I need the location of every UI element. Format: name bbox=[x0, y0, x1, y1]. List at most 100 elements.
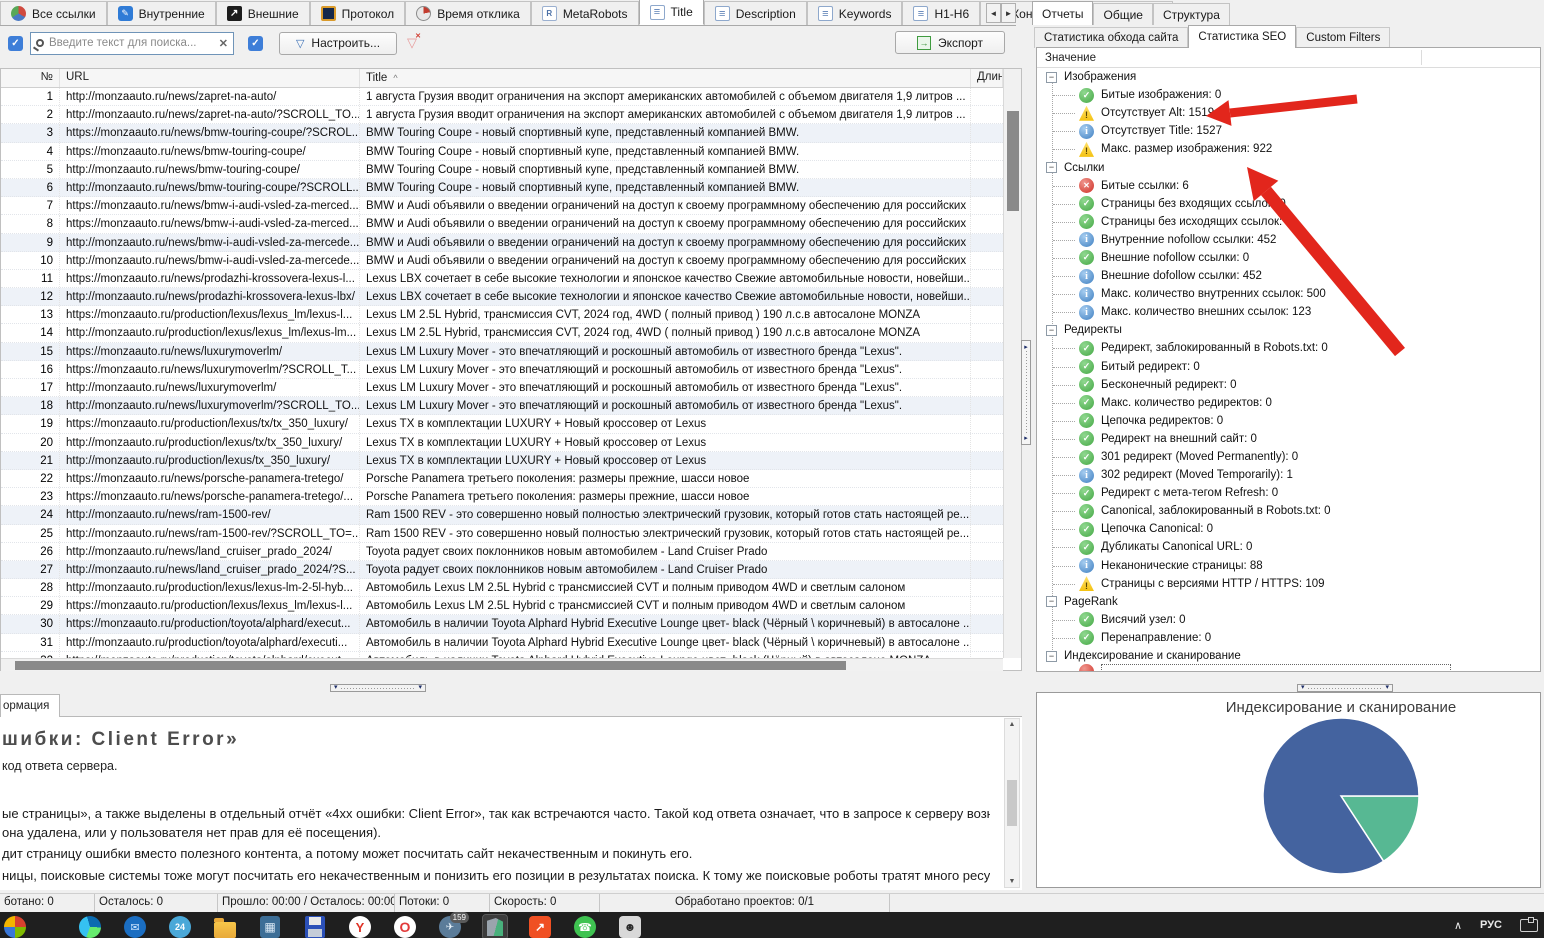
statistics-subtab[interactable]: Статистика SEO bbox=[1188, 25, 1296, 48]
taskbar-app-icon[interactable]: Y bbox=[348, 915, 372, 938]
table-row[interactable]: 12 http://monzaauto.ru/news/prodazhi-kro… bbox=[1, 288, 1003, 306]
table-row[interactable]: 29 https://monzaauto.ru/production/lexus… bbox=[1, 597, 1003, 615]
tree-item[interactable]: PageRank bbox=[1037, 593, 1540, 611]
tab-scroll-left-icon[interactable]: ◄ bbox=[986, 3, 1001, 23]
collapse-minus-icon[interactable] bbox=[1046, 651, 1057, 662]
table-row[interactable]: 1 http://monzaauto.ru/news/zapret-na-aut… bbox=[1, 88, 1003, 106]
tree-item[interactable]: Цепочка Canonical: 0 bbox=[1037, 520, 1540, 538]
statistics-subtab[interactable]: Статистика обхода сайта bbox=[1034, 27, 1188, 48]
right-panel-tab[interactable]: Общие bbox=[1093, 3, 1152, 25]
table-row[interactable]: 28 http://monzaauto.ru/production/lexus/… bbox=[1, 579, 1003, 597]
table-row[interactable]: 22 https://monzaauto.ru/news/porsche-pan… bbox=[1, 470, 1003, 488]
tree-item[interactable]: Редирект с мета-тегом Refresh: 0 bbox=[1037, 484, 1540, 502]
table-row[interactable]: 19 https://monzaauto.ru/production/lexus… bbox=[1, 415, 1003, 433]
table-horizontal-scrollbar[interactable] bbox=[1, 658, 1003, 671]
scroll-down-icon[interactable]: ▼ bbox=[1009, 878, 1016, 885]
report-tab[interactable]: Keywords bbox=[807, 1, 903, 25]
report-tab[interactable]: Внешние bbox=[216, 1, 310, 25]
column-header-url[interactable]: URL bbox=[60, 69, 360, 87]
touch-keyboard-icon[interactable] bbox=[1520, 919, 1538, 932]
language-indicator[interactable]: РУС bbox=[1480, 919, 1502, 931]
scroll-up-icon[interactable]: ▲ bbox=[1009, 721, 1016, 728]
table-row[interactable]: 14 http://monzaauto.ru/production/lexus/… bbox=[1, 324, 1003, 342]
table-row[interactable]: 5 http://monzaauto.ru/news/bmw-touring-c… bbox=[1, 161, 1003, 179]
configure-filter-button[interactable]: ▽ Настроить... bbox=[279, 32, 397, 55]
table-row[interactable]: 16 https://monzaauto.ru/news/luxurymover… bbox=[1, 361, 1003, 379]
table-row[interactable]: 24 http://monzaauto.ru/news/ram-1500-rev… bbox=[1, 506, 1003, 524]
table-row[interactable]: 17 http://monzaauto.ru/news/luxurymoverl… bbox=[1, 379, 1003, 397]
table-row[interactable]: 31 http://monzaauto.ru/production/toyota… bbox=[1, 634, 1003, 652]
table-row[interactable]: 26 http://monzaauto.ru/news/land_cruiser… bbox=[1, 543, 1003, 561]
horizontal-scroll-thumb[interactable] bbox=[15, 661, 846, 670]
value-column-header[interactable]: Значение bbox=[1037, 48, 1540, 68]
table-row[interactable]: 20 http://monzaauto.ru/production/lexus/… bbox=[1, 434, 1003, 452]
taskbar-app-icon[interactable] bbox=[483, 915, 507, 938]
column-header-title[interactable]: Title ^ bbox=[360, 69, 971, 87]
tree-item[interactable]: Изображения bbox=[1037, 68, 1540, 86]
tree-item[interactable]: Битые ссылки: 6 bbox=[1037, 177, 1540, 195]
collapse-minus-icon[interactable] bbox=[1046, 325, 1057, 336]
tree-item[interactable]: Редирект, заблокированный в Robots.txt: … bbox=[1037, 339, 1540, 357]
taskbar-app-icon[interactable]: ✉ bbox=[123, 915, 147, 938]
table-row[interactable]: 21 http://monzaauto.ru/production/lexus/… bbox=[1, 452, 1003, 470]
tree-item[interactable]: Перенаправление: 0 bbox=[1037, 629, 1540, 647]
taskbar-app-icon[interactable] bbox=[78, 915, 102, 938]
tab-information[interactable]: ормация bbox=[0, 694, 60, 717]
table-vertical-scrollbar[interactable] bbox=[1003, 69, 1021, 658]
report-tab[interactable]: MetaRobots bbox=[531, 1, 639, 25]
tree-item[interactable]: Отсутствует Alt: 1519 bbox=[1037, 104, 1540, 122]
tree-item[interactable]: Редирект на внешний сайт: 0 bbox=[1037, 430, 1540, 448]
vertical-scroll-thumb[interactable] bbox=[1007, 111, 1019, 211]
taskbar-app-icon[interactable] bbox=[213, 915, 237, 938]
tree-item[interactable]: Дубликаты Canonical URL: 0 bbox=[1037, 538, 1540, 556]
table-row[interactable]: 11 https://monzaauto.ru/news/prodazhi-kr… bbox=[1, 270, 1003, 288]
report-tab[interactable]: Время отклика bbox=[405, 1, 531, 25]
export-button[interactable]: → Экспорт bbox=[895, 31, 1005, 54]
tree-item[interactable]: Макс. количество редиректов: 0 bbox=[1037, 394, 1540, 412]
tab-scroll-right-icon[interactable]: ► bbox=[1001, 3, 1016, 23]
partially-visible-selected-item[interactable] bbox=[1079, 664, 1451, 671]
tree-item[interactable]: Внутренние nofollow ссылки: 452 bbox=[1037, 231, 1540, 249]
column-header-number[interactable]: № bbox=[1, 69, 60, 87]
taskbar-app-icon[interactable] bbox=[3, 915, 27, 938]
tree-item[interactable]: Внешние dofollow ссылки: 452 bbox=[1037, 267, 1540, 285]
table-row[interactable]: 2 http://monzaauto.ru/news/zapret-na-aut… bbox=[1, 106, 1003, 124]
taskbar-app-icon[interactable]: ☎ bbox=[573, 915, 597, 938]
table-row[interactable]: 30 https://monzaauto.ru/production/toyot… bbox=[1, 615, 1003, 633]
table-row[interactable]: 25 http://monzaauto.ru/news/ram-1500-rev… bbox=[1, 525, 1003, 543]
report-tab[interactable]: H1-H6 bbox=[902, 1, 980, 25]
bottom-pane-splitter[interactable] bbox=[330, 684, 426, 692]
taskbar-app-icon[interactable]: ▦ bbox=[258, 915, 282, 938]
tree-item[interactable]: Бесконечный редирект: 0 bbox=[1037, 376, 1540, 394]
table-row[interactable]: 27 http://monzaauto.ru/news/land_cruiser… bbox=[1, 561, 1003, 579]
tree-item[interactable]: Макс. размер изображения: 922 bbox=[1037, 140, 1540, 158]
table-row[interactable]: 9 http://monzaauto.ru/news/bmw-i-audi-vs… bbox=[1, 234, 1003, 252]
table-row[interactable]: 23 https://monzaauto.ru/news/porsche-pan… bbox=[1, 488, 1003, 506]
table-row[interactable]: 15 https://monzaauto.ru/news/luxurymover… bbox=[1, 343, 1003, 361]
clear-search-icon[interactable]: ✕ bbox=[219, 37, 228, 50]
table-row[interactable]: 10 http://monzaauto.ru/news/bmw-i-audi-v… bbox=[1, 252, 1003, 270]
taskbar-app-icon[interactable]: O bbox=[393, 915, 417, 938]
report-tab[interactable]: Внутренние bbox=[107, 1, 216, 25]
tree-item[interactable]: Неканонические страницы: 88 bbox=[1037, 557, 1540, 575]
info-panel-scrollbar[interactable]: ▲ ▼ bbox=[1004, 718, 1020, 888]
info-scroll-thumb[interactable] bbox=[1007, 780, 1017, 826]
right-panel-tab[interactable]: Структура bbox=[1153, 3, 1230, 25]
tree-item[interactable]: Редиректы bbox=[1037, 321, 1540, 339]
clear-filter-icon[interactable]: ▽ bbox=[407, 35, 417, 51]
right-panel-tab[interactable]: Отчеты bbox=[1032, 1, 1093, 25]
report-tab[interactable]: Title bbox=[639, 0, 704, 25]
tree-item[interactable]: Canonical, заблокированный в Robots.txt:… bbox=[1037, 502, 1540, 520]
taskbar-app-icon[interactable]: ↗ bbox=[528, 915, 552, 938]
tree-item[interactable]: Страницы без исходящих ссылок: 0 bbox=[1037, 213, 1540, 231]
tree-item[interactable]: Цепочка редиректов: 0 bbox=[1037, 412, 1540, 430]
tree-item[interactable]: Индексирование и сканирование bbox=[1037, 647, 1540, 665]
table-row[interactable]: 18 http://monzaauto.ru/news/luxurymoverl… bbox=[1, 397, 1003, 415]
column-header-length[interactable]: Длина bbox=[971, 69, 1003, 87]
taskbar-app-icon[interactable]: 24 bbox=[168, 915, 192, 938]
search-checkbox[interactable] bbox=[8, 36, 23, 51]
tree-item[interactable]: Страницы без входящих ссылок: 0 bbox=[1037, 195, 1540, 213]
tree-item[interactable]: Макс. количество внутренних ссылок: 500 bbox=[1037, 285, 1540, 303]
tree-item[interactable]: Макс. количество внешних ссылок: 123 bbox=[1037, 303, 1540, 321]
tree-item[interactable]: Ссылки bbox=[1037, 158, 1540, 176]
